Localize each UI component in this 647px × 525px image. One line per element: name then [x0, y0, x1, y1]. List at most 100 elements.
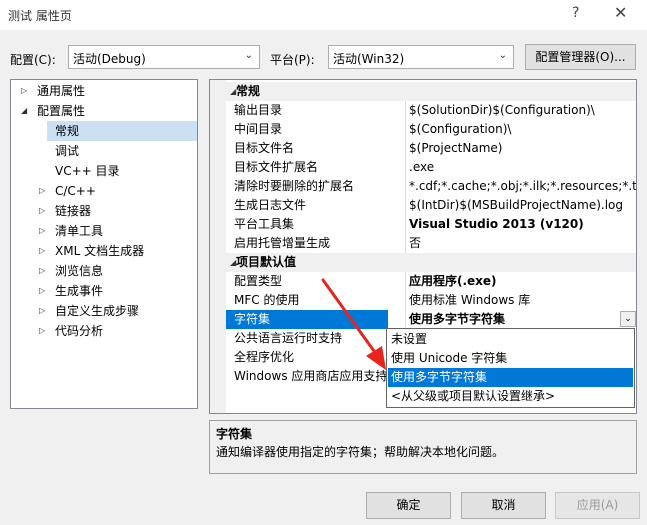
title-bar: 测试 属性页 ? ✕: [0, 0, 647, 30]
category-label: 项目默认值: [236, 255, 297, 269]
tree-item-debugging[interactable]: 调试: [11, 141, 197, 161]
tree-item-label: 清单工具: [55, 224, 104, 238]
prop-value[interactable]: *.cdf;*.cache;*.obj;*.ilk;*.resources;*.…: [405, 177, 636, 196]
prop-name: 字符集: [226, 310, 388, 329]
category-label: 常规: [236, 84, 261, 98]
prop-row-intermediate-dir[interactable]: 中间目录 $(Configuration)\: [226, 120, 636, 139]
expand-icon[interactable]: ▷: [39, 241, 45, 261]
config-manager-button[interactable]: 配置管理器(O)...: [525, 44, 636, 70]
help-icon[interactable]: ?: [572, 5, 579, 21]
property-tree[interactable]: ▷ 通用属性 ◢ 配置属性 常规 调试 VC++ 目录 ▷ C/C++ ▷ 链接…: [10, 79, 198, 409]
tree-item-custom-build-step[interactable]: ▷ 自定义生成步骤: [11, 301, 197, 321]
tree-item-common-properties[interactable]: ▷ 通用属性: [11, 81, 197, 101]
prop-name: 配置类型: [234, 274, 283, 288]
apply-button[interactable]: 应用(A): [555, 492, 640, 519]
dropdown-option-not-set[interactable]: 未设置: [388, 330, 633, 349]
tree-item-linker[interactable]: ▷ 链接器: [11, 201, 197, 221]
platform-value: 活动(Win32): [333, 52, 405, 66]
expand-icon[interactable]: ▷: [39, 321, 45, 341]
tree-item-label: 链接器: [55, 204, 92, 218]
prop-value[interactable]: 使用多字节字符集: [405, 310, 636, 329]
dropdown-option-inherit[interactable]: <从父级或项目默认设置继承>: [388, 387, 633, 406]
grid-gutter: [210, 80, 226, 413]
expand-icon[interactable]: ▷: [21, 81, 27, 101]
category-general[interactable]: ◢ 常规: [226, 82, 636, 101]
cancel-button[interactable]: 取消: [461, 492, 546, 519]
prop-name: 平台工具集: [234, 217, 295, 231]
prop-row-character-set[interactable]: 字符集 使用多字节字符集 ⌄: [226, 310, 636, 329]
prop-value[interactable]: $(Configuration)\: [405, 120, 636, 139]
platform-combo[interactable]: 活动(Win32) ⌄: [328, 45, 514, 69]
dropdown-option-unicode[interactable]: 使用 Unicode 字符集: [388, 349, 633, 368]
prop-name: Windows 应用商店应用支持: [234, 369, 386, 383]
expand-icon[interactable]: ▷: [39, 201, 45, 221]
close-icon[interactable]: ✕: [614, 3, 627, 22]
prop-value[interactable]: 使用标准 Windows 库: [405, 291, 636, 310]
chevron-down-icon: ⌄: [498, 50, 507, 61]
prop-row-config-type[interactable]: 配置类型 应用程序(.exe): [226, 272, 636, 291]
tree-item-label: 代码分析: [55, 324, 104, 338]
window-title: 测试 属性页: [8, 9, 72, 23]
tree-item-general[interactable]: 常规: [47, 121, 197, 141]
prop-row-managed-incremental[interactable]: 启用托管增量生成 否: [226, 234, 636, 253]
prop-name: 目标文件名: [234, 141, 295, 155]
prop-value[interactable]: 否: [405, 234, 636, 253]
character-set-dropdown[interactable]: 未设置 使用 Unicode 字符集 使用多字节字符集 <从父级或项目默认设置继…: [386, 328, 635, 408]
prop-name: 输出目录: [234, 103, 283, 117]
prop-value[interactable]: $(SolutionDir)$(Configuration)\: [405, 101, 636, 120]
tree-item-label: 浏览信息: [55, 264, 104, 278]
collapse-icon[interactable]: ◢: [21, 101, 27, 121]
platform-label: 平台(P):: [270, 53, 315, 67]
expand-icon[interactable]: ▷: [39, 181, 45, 201]
tree-item-config-properties[interactable]: ◢ 配置属性: [11, 101, 197, 121]
prop-row-target-ext[interactable]: 目标文件扩展名 .exe: [226, 158, 636, 177]
prop-row-platform-toolset[interactable]: 平台工具集 Visual Studio 2013 (v120): [226, 215, 636, 234]
config-label: 配置(C):: [10, 53, 56, 67]
description-text: 通知编译器使用指定的字符集；帮助解决本地化问题。: [216, 445, 505, 459]
tree-item-manifest-tool[interactable]: ▷ 清单工具: [11, 221, 197, 241]
category-project-defaults[interactable]: ◢ 项目默认值: [226, 253, 636, 272]
tree-item-label: 通用属性: [37, 84, 86, 98]
tree-item-code-analysis[interactable]: ▷ 代码分析: [11, 321, 197, 341]
dropdown-option-multibyte[interactable]: 使用多字节字符集: [388, 368, 633, 387]
tree-item-label: XML 文档生成器: [55, 244, 145, 258]
prop-value[interactable]: .exe: [405, 158, 636, 177]
expand-icon[interactable]: ▷: [39, 261, 45, 281]
prop-name: 全程序优化: [234, 350, 295, 364]
prop-name: 生成日志文件: [234, 198, 307, 212]
prop-row-target-name[interactable]: 目标文件名 $(ProjectName): [226, 139, 636, 158]
chevron-down-icon: ⌄: [244, 50, 253, 61]
prop-value[interactable]: $(IntDir)$(MSBuildProjectName).log: [405, 196, 636, 215]
config-value: 活动(Debug): [73, 52, 146, 66]
prop-row-clean-ext[interactable]: 清除时要删除的扩展名 *.cdf;*.cache;*.obj;*.ilk;*.r…: [226, 177, 636, 196]
prop-value[interactable]: 应用程序(.exe): [405, 272, 636, 291]
expand-icon[interactable]: ▷: [39, 301, 45, 321]
tree-item-label: VC++ 目录: [55, 164, 120, 178]
tree-item-vc-directories[interactable]: VC++ 目录: [11, 161, 197, 181]
prop-value[interactable]: $(ProjectName): [405, 139, 636, 158]
tree-item-label: C/C++: [55, 184, 96, 198]
prop-value[interactable]: Visual Studio 2013 (v120): [405, 215, 636, 234]
tree-item-label: 自定义生成步骤: [55, 304, 140, 318]
tree-item-c-cpp[interactable]: ▷ C/C++: [11, 181, 197, 201]
prop-row-build-log[interactable]: 生成日志文件 $(IntDir)$(MSBuildProjectName).lo…: [226, 196, 636, 215]
tree-item-label: 配置属性: [37, 104, 86, 118]
expand-icon[interactable]: ▷: [39, 221, 45, 241]
tree-item-xml-doc-generator[interactable]: ▷ XML 文档生成器: [11, 241, 197, 261]
tree-item-build-events[interactable]: ▷ 生成事件: [11, 281, 197, 301]
prop-name: 目标文件扩展名: [234, 160, 319, 174]
tree-item-label: 生成事件: [55, 284, 104, 298]
expand-icon[interactable]: ▷: [39, 281, 45, 301]
description-panel: 字符集 通知编译器使用指定的字符集；帮助解决本地化问题。: [209, 420, 637, 474]
chevron-down-icon[interactable]: ⌄: [620, 311, 636, 327]
description-title: 字符集: [216, 427, 253, 441]
prop-row-mfc-use[interactable]: MFC 的使用 使用标准 Windows 库: [226, 291, 636, 310]
prop-name: 启用托管增量生成: [234, 236, 331, 250]
tree-item-browse-info[interactable]: ▷ 浏览信息: [11, 261, 197, 281]
tree-item-label: 调试: [55, 144, 80, 158]
ok-button[interactable]: 确定: [366, 492, 451, 519]
prop-row-output-dir[interactable]: 输出目录 $(SolutionDir)$(Configuration)\: [226, 101, 636, 120]
config-combo[interactable]: 活动(Debug) ⌄: [68, 45, 260, 69]
tree-item-label: 常规: [55, 124, 80, 138]
prop-name: MFC 的使用: [234, 293, 300, 307]
